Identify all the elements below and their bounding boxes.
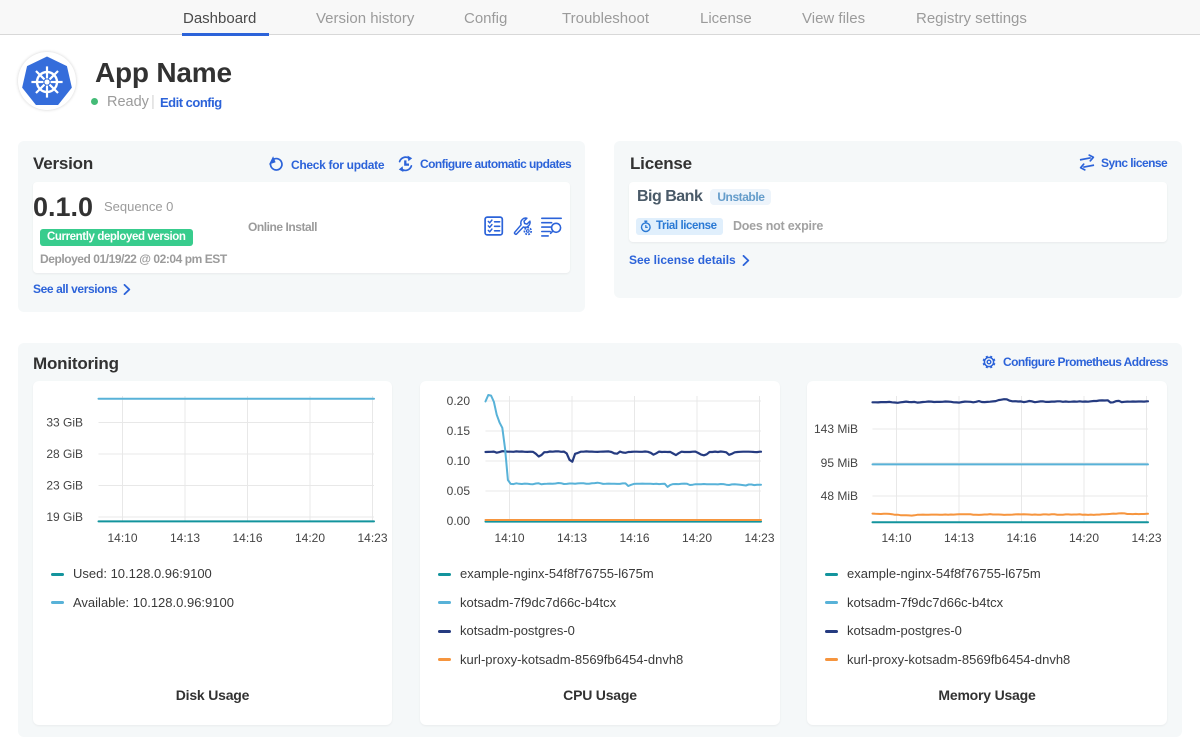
svg-text:0.15: 0.15	[447, 424, 471, 438]
svg-text:19 GiB: 19 GiB	[46, 510, 83, 524]
svg-text:14:16: 14:16	[619, 531, 649, 545]
svg-text:14:23: 14:23	[744, 531, 774, 545]
svg-text:14:20: 14:20	[295, 531, 325, 545]
svg-text:23 GiB: 23 GiB	[46, 479, 83, 493]
svg-text:14:20: 14:20	[1069, 531, 1099, 545]
svg-text:0.05: 0.05	[447, 484, 471, 498]
svg-text:48 MiB: 48 MiB	[821, 489, 858, 503]
svg-text:143 MiB: 143 MiB	[814, 422, 858, 436]
svg-text:14:10: 14:10	[107, 531, 137, 545]
svg-text:14:16: 14:16	[1006, 531, 1036, 545]
svg-text:14:20: 14:20	[682, 531, 712, 545]
svg-text:0.20: 0.20	[447, 394, 471, 408]
svg-text:14:13: 14:13	[170, 531, 200, 545]
svg-text:14:13: 14:13	[557, 531, 587, 545]
svg-text:14:10: 14:10	[881, 531, 911, 545]
svg-text:14:13: 14:13	[944, 531, 974, 545]
svg-text:14:16: 14:16	[232, 531, 262, 545]
svg-text:14:23: 14:23	[1131, 531, 1161, 545]
svg-text:28 GiB: 28 GiB	[46, 447, 83, 461]
svg-text:0.10: 0.10	[447, 454, 471, 468]
svg-text:0.00: 0.00	[447, 514, 471, 528]
svg-text:14:10: 14:10	[494, 531, 524, 545]
svg-text:33 GiB: 33 GiB	[46, 416, 83, 430]
svg-text:14:23: 14:23	[357, 531, 387, 545]
svg-text:95 MiB: 95 MiB	[821, 456, 858, 470]
